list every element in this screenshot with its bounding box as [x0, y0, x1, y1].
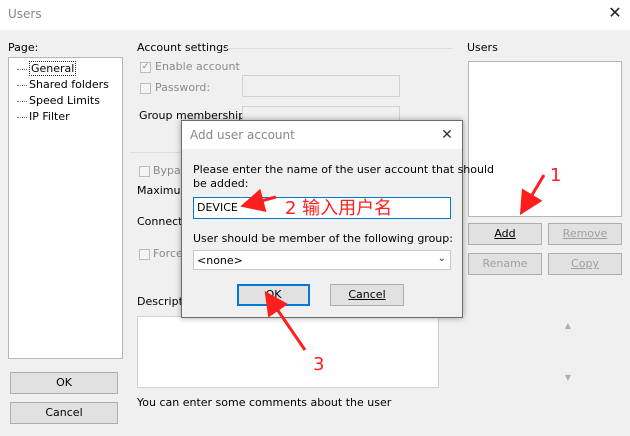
annotation-step2: 2 输入用户名 — [285, 198, 393, 219]
arrow-to-username-icon — [240, 188, 277, 212]
arrow-to-add-icon — [519, 174, 546, 216]
arrow-to-ok-icon — [264, 291, 307, 351]
annotation-step1: 1 — [550, 165, 562, 186]
annotation-step3: 3 — [313, 354, 325, 375]
